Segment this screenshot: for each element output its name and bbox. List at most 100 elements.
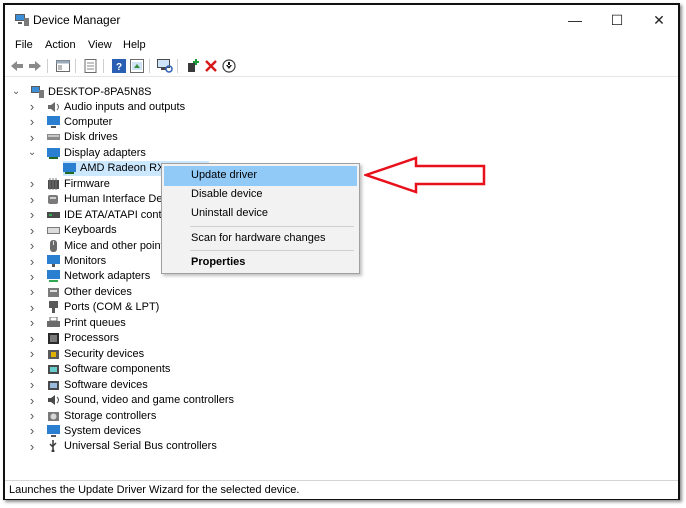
download-driver-icon[interactable] [221,58,237,74]
menu-action[interactable]: Action [45,39,76,51]
context-menu-disable-device[interactable]: Disable device [164,185,357,205]
toolbar-separator [149,59,150,73]
tree-item-category[interactable]: › Storage controllers [30,408,157,423]
chevron-right-icon[interactable]: › [28,362,36,377]
firmware-icon [48,177,59,190]
driver-details-icon[interactable] [83,58,99,74]
chevron-right-icon[interactable]: › [28,207,36,222]
maximize-button[interactable]: ☐ [599,5,635,35]
keyboard-icon [47,227,60,235]
close-button[interactable]: ✕ [641,5,677,35]
speaker-icon [48,101,59,112]
chevron-right-icon[interactable]: › [28,423,36,438]
menu-file[interactable]: File [15,39,33,51]
processor-icon [48,333,59,345]
tree-item-category[interactable]: › Universal Serial Bus controllers [30,439,217,454]
other-devices-icon [48,287,59,297]
status-text: Launches the Update Driver Wizard for th… [9,484,300,496]
chevron-right-icon[interactable]: › [28,408,36,423]
context-menu-uninstall-device[interactable]: Uninstall device [164,204,357,224]
tree-item-label: Computer [64,115,113,128]
tree-item-category[interactable]: › Computer [30,114,113,129]
menu-view[interactable]: View [88,39,112,51]
tree-item-label: Human Interface Devi [64,193,171,206]
tree-item-label: Display adapters [64,146,146,159]
tree-item-category[interactable]: › Human Interface Devi [30,192,171,207]
tree-item-category[interactable]: › Software components [30,362,171,377]
chevron-right-icon[interactable]: › [28,331,36,346]
tree-item-category[interactable]: › Processors [30,331,120,346]
forward-arrow-icon[interactable] [27,58,43,74]
context-menu-separator [190,226,354,227]
tree-item-category[interactable]: ⌄ Display adapters [28,145,146,160]
chevron-right-icon[interactable]: › [28,346,36,361]
back-arrow-icon[interactable] [9,58,25,74]
menu-help[interactable]: Help [123,39,146,51]
chevron-down-icon[interactable]: ⌄ [28,145,36,160]
tree-item-category[interactable]: › Other devices [30,284,132,299]
chevron-right-icon[interactable]: › [28,192,36,207]
tree-item-label: DESKTOP-8PA5N8S [48,85,152,98]
status-bar: Launches the Update Driver Wizard for th… [5,480,678,499]
system-icon [47,424,60,437]
tree-item-category[interactable]: › Monitors [30,254,106,269]
tree-item-category[interactable]: › Firmware [30,176,110,191]
tree-item-category[interactable]: › Print queues [30,315,126,330]
tree-item-label: Universal Serial Bus controllers [64,440,217,453]
chevron-right-icon[interactable]: › [28,315,36,330]
tree-item-category[interactable]: › Disk drives [30,130,118,145]
chevron-right-icon[interactable]: › [28,130,36,145]
mouse-icon [50,239,57,252]
scan-hardware-icon[interactable] [157,58,173,74]
tree-root-computer[interactable]: ⌄ DESKTOP-8PA5N8S [12,84,152,99]
chevron-right-icon[interactable]: › [28,393,36,408]
context-menu-update-driver[interactable]: Update driver [164,166,357,186]
gpu-device-icon [63,163,76,175]
chevron-right-icon[interactable]: › [28,254,36,269]
monitor-icon [47,255,60,267]
chevron-right-icon[interactable]: › [28,300,36,315]
computer-icon [47,115,60,128]
tree-item-label: Other devices [64,285,132,298]
tree-item-category[interactable]: › Security devices [30,346,144,361]
storage-icon [48,411,59,421]
chevron-right-icon[interactable]: › [28,284,36,299]
context-menu: Update driver Disable device Uninstall d… [161,163,360,274]
chevron-right-icon[interactable]: › [28,99,36,114]
tree-item-category[interactable]: › Network adapters [30,269,151,284]
context-menu-label: Scan for hardware changes [191,232,326,244]
tree-item-category[interactable]: › IDE ATA/ATAPI control [30,207,174,222]
red-arrow-annotation [364,156,486,194]
tree-item-category[interactable]: › Software devices [30,377,148,392]
software-device-icon [48,380,59,390]
tree-item-category[interactable]: › Mice and other pointi [30,238,167,253]
view-toggle-icon[interactable] [129,58,145,74]
tree-item-category[interactable]: › System devices [30,423,141,438]
uninstall-x-icon[interactable] [203,58,219,74]
chevron-right-icon[interactable]: › [28,439,36,454]
tree-item-category[interactable]: › Sound, video and game controllers [30,393,234,408]
properties-sheet-icon[interactable] [55,58,71,74]
add-driver-icon[interactable] [185,58,201,74]
minimize-button[interactable]: — [557,5,593,35]
tree-item-label: Software devices [64,378,148,391]
tree-item-label: Processors [64,332,120,345]
help-icon[interactable]: ? [111,58,127,74]
svg-text:?: ? [116,62,122,73]
chevron-right-icon[interactable]: › [28,176,36,191]
port-icon [49,301,58,314]
tree-item-label: Network adapters [64,270,151,283]
chevron-right-icon[interactable]: › [28,114,36,129]
tree-item-category[interactable]: › Ports (COM & LPT) [30,300,160,315]
chevron-right-icon[interactable]: › [28,223,36,238]
chevron-right-icon[interactable]: › [28,269,36,284]
chevron-down-icon[interactable]: ⌄ [12,84,20,99]
context-menu-scan-hardware[interactable]: Scan for hardware changes [164,229,357,249]
tree-item-label: Mice and other pointi [64,239,167,252]
tree-item-category[interactable]: › Keyboards [30,223,117,238]
tree-item-category[interactable]: › Audio inputs and outputs [30,99,185,114]
toolbar: ? [5,56,678,77]
chevron-right-icon[interactable]: › [28,238,36,253]
chevron-right-icon[interactable]: › [28,377,36,392]
context-menu-properties[interactable]: Properties [164,253,357,273]
